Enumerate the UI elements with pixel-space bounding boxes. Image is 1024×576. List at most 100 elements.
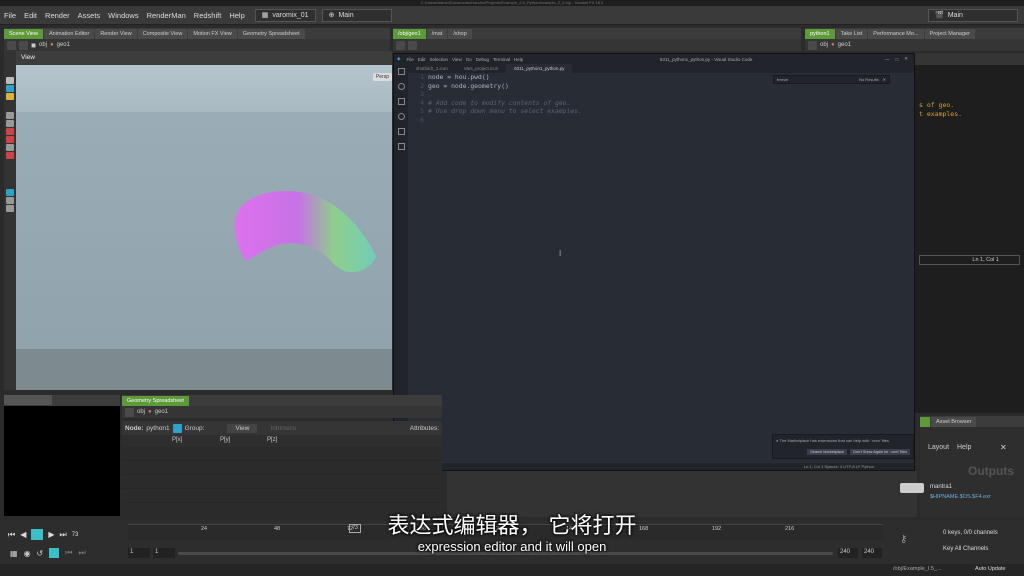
- menu-assets[interactable]: Assets: [74, 11, 105, 20]
- transform-tool-icon[interactable]: [6, 85, 14, 92]
- snap-tool-icon[interactable]: [6, 152, 14, 159]
- mantra-node-icon[interactable]: [900, 483, 924, 493]
- wire-tool-icon[interactable]: [6, 205, 14, 212]
- find-close-icon[interactable]: ✕: [883, 77, 886, 82]
- back-icon[interactable]: [125, 407, 134, 417]
- layout-menu[interactable]: Layout: [928, 444, 949, 451]
- debug-icon[interactable]: [397, 113, 405, 120]
- tab-scene-view[interactable]: Scene View: [4, 29, 43, 39]
- menu-help[interactable]: Help: [225, 11, 248, 20]
- menu-renderman[interactable]: RenderMan: [143, 11, 190, 20]
- menu-redshift[interactable]: Redshift: [190, 11, 226, 20]
- point-mode-icon[interactable]: [172, 423, 182, 433]
- tab-geometry-spreadsheet[interactable]: Geometry Spreadsheet: [237, 29, 305, 39]
- mantra-node-label[interactable]: mantra1: [930, 484, 952, 490]
- camera-tool-icon[interactable]: [6, 144, 14, 151]
- context-name-right: Main: [947, 11, 963, 19]
- col-py[interactable]: P[y]: [220, 437, 230, 443]
- context-selector-left[interactable]: ⊕ Main: [321, 8, 392, 22]
- vscode-tab-1[interactable]: Vars_project.icon: [455, 64, 507, 73]
- extensions-icon[interactable]: [397, 128, 405, 135]
- path-obj-right[interactable]: obj: [820, 42, 828, 48]
- tab--mat[interactable]: /mat: [426, 29, 448, 39]
- vscode-menu-file[interactable]: File: [406, 57, 413, 62]
- back-icon[interactable]: [808, 40, 817, 50]
- vscode-tab-2[interactable]: 6311_python1_python.py: [506, 64, 573, 73]
- maximize-icon[interactable]: □: [896, 57, 899, 62]
- code-text: node = hou.pwd(): [428, 73, 490, 81]
- col-px[interactable]: P[x]: [172, 437, 182, 443]
- find-input[interactable]: freeze: [777, 77, 855, 82]
- vscode-menu-selection[interactable]: Selection: [430, 57, 449, 62]
- help-menu[interactable]: Help: [957, 444, 971, 451]
- vscode-menu-go[interactable]: Go: [466, 57, 472, 62]
- path-geo[interactable]: geo1: [57, 42, 70, 48]
- tools-icon[interactable]: ✕: [1000, 443, 1007, 452]
- ss-path-geo[interactable]: geo1: [155, 409, 168, 415]
- forward-icon[interactable]: [408, 40, 417, 50]
- tab-motion-fx-view[interactable]: Motion FX View: [188, 29, 237, 39]
- geo-icon: ●: [50, 42, 54, 48]
- select-tool-icon[interactable]: [6, 77, 14, 84]
- col-pz[interactable]: P[z]: [267, 437, 277, 443]
- tab-render-view[interactable]: Render View: [95, 29, 137, 39]
- auto-update-button[interactable]: Auto Update: [975, 566, 1006, 572]
- tab-python1[interactable]: python1: [805, 29, 835, 39]
- tab--obj-geo1[interactable]: /obj/geo1: [393, 29, 426, 39]
- tab-asset-browser[interactable]: Asset Browser: [931, 417, 977, 427]
- search-marketplace-button[interactable]: Search Marketplace: [807, 449, 847, 455]
- shading-tool-icon[interactable]: [6, 197, 14, 204]
- vscode-tab-strip: shotfoldr_1.icon Vars_project.icon 6311_py…: [408, 64, 914, 73]
- ss-path-obj[interactable]: obj: [137, 409, 145, 415]
- tab-project-manager[interactable]: Project Manager: [924, 29, 975, 39]
- tab-performance-mo-[interactable]: Performance Mo...: [868, 29, 924, 39]
- handle-tool-icon[interactable]: [6, 93, 14, 100]
- forward-icon[interactable]: [19, 40, 28, 50]
- source-control-icon[interactable]: [397, 98, 405, 105]
- tab--shop[interactable]: /shop: [448, 29, 472, 39]
- pose-tool-icon[interactable]: [6, 112, 14, 119]
- minimize-icon[interactable]: —: [885, 57, 890, 62]
- desktop-selector[interactable]: ▦ varomix_01: [254, 8, 316, 22]
- path-geo-right[interactable]: geo1: [838, 42, 851, 48]
- light-tool-icon[interactable]: [6, 136, 14, 143]
- menu-edit[interactable]: Edit: [20, 11, 41, 20]
- menu-windows[interactable]: Windows: [104, 11, 142, 20]
- scene-viewport[interactable]: View Persp: [16, 51, 392, 390]
- code-editor[interactable]: 1 node = hou.pwd() 2 geo = node.geometry() 3…: [408, 73, 914, 463]
- tab-geometry-spreadsheet[interactable]: Geometry Spreadsheet: [122, 396, 189, 406]
- tab-animation-editor[interactable]: Animation Editor: [43, 29, 95, 39]
- spreadsheet-path-bar: obj ● geo1: [122, 406, 442, 418]
- vscode-menu-help[interactable]: Help: [514, 57, 523, 62]
- node-name[interactable]: python1: [146, 425, 169, 432]
- record-tool-icon[interactable]: [6, 128, 14, 135]
- tab-composite-view[interactable]: Composite View: [137, 29, 188, 39]
- display-tool-icon[interactable]: [6, 189, 14, 196]
- intrinsics-menu[interactable]: Intrinsics: [270, 425, 296, 432]
- search-icon[interactable]: [397, 83, 405, 90]
- tab-take-list[interactable]: Take List: [835, 29, 868, 39]
- node-label: Node:: [125, 424, 144, 432]
- vscode-menu-edit[interactable]: Edit: [418, 57, 426, 62]
- context-selector-right[interactable]: 🎬 Main: [928, 8, 1018, 22]
- back-icon[interactable]: [396, 40, 405, 50]
- vscode-menu-view[interactable]: View: [452, 57, 462, 62]
- spreadsheet-grid[interactable]: [122, 447, 442, 517]
- dont-show-again-button[interactable]: Don't Show Again for '.cnm' files: [850, 449, 910, 455]
- back-icon[interactable]: [7, 40, 16, 50]
- menu-render[interactable]: Render: [41, 11, 74, 20]
- menu-file[interactable]: File: [0, 11, 20, 20]
- menu-list: File Edit Render Assets Windows RenderMan Reds…: [0, 11, 249, 20]
- python-code-pane[interactable]: s of geo. t examples. Ln 1, Col 1: [915, 53, 1024, 413]
- vscode-menu-terminal[interactable]: Terminal: [493, 57, 510, 62]
- vscode-tab-0[interactable]: shotfoldr_1.icon: [408, 64, 456, 73]
- view-menu[interactable]: View: [227, 423, 258, 433]
- explorer-icon[interactable]: [397, 68, 405, 75]
- close-icon[interactable]: ✕: [904, 56, 908, 62]
- tab-prev[interactable]: [920, 417, 930, 427]
- persp-menu[interactable]: Persp: [372, 73, 392, 81]
- path-obj[interactable]: obj: [39, 42, 47, 48]
- bookmark-icon[interactable]: [397, 143, 405, 150]
- vscode-menu-debug[interactable]: Debug: [476, 57, 489, 62]
- brush-tool-icon[interactable]: [6, 120, 14, 127]
